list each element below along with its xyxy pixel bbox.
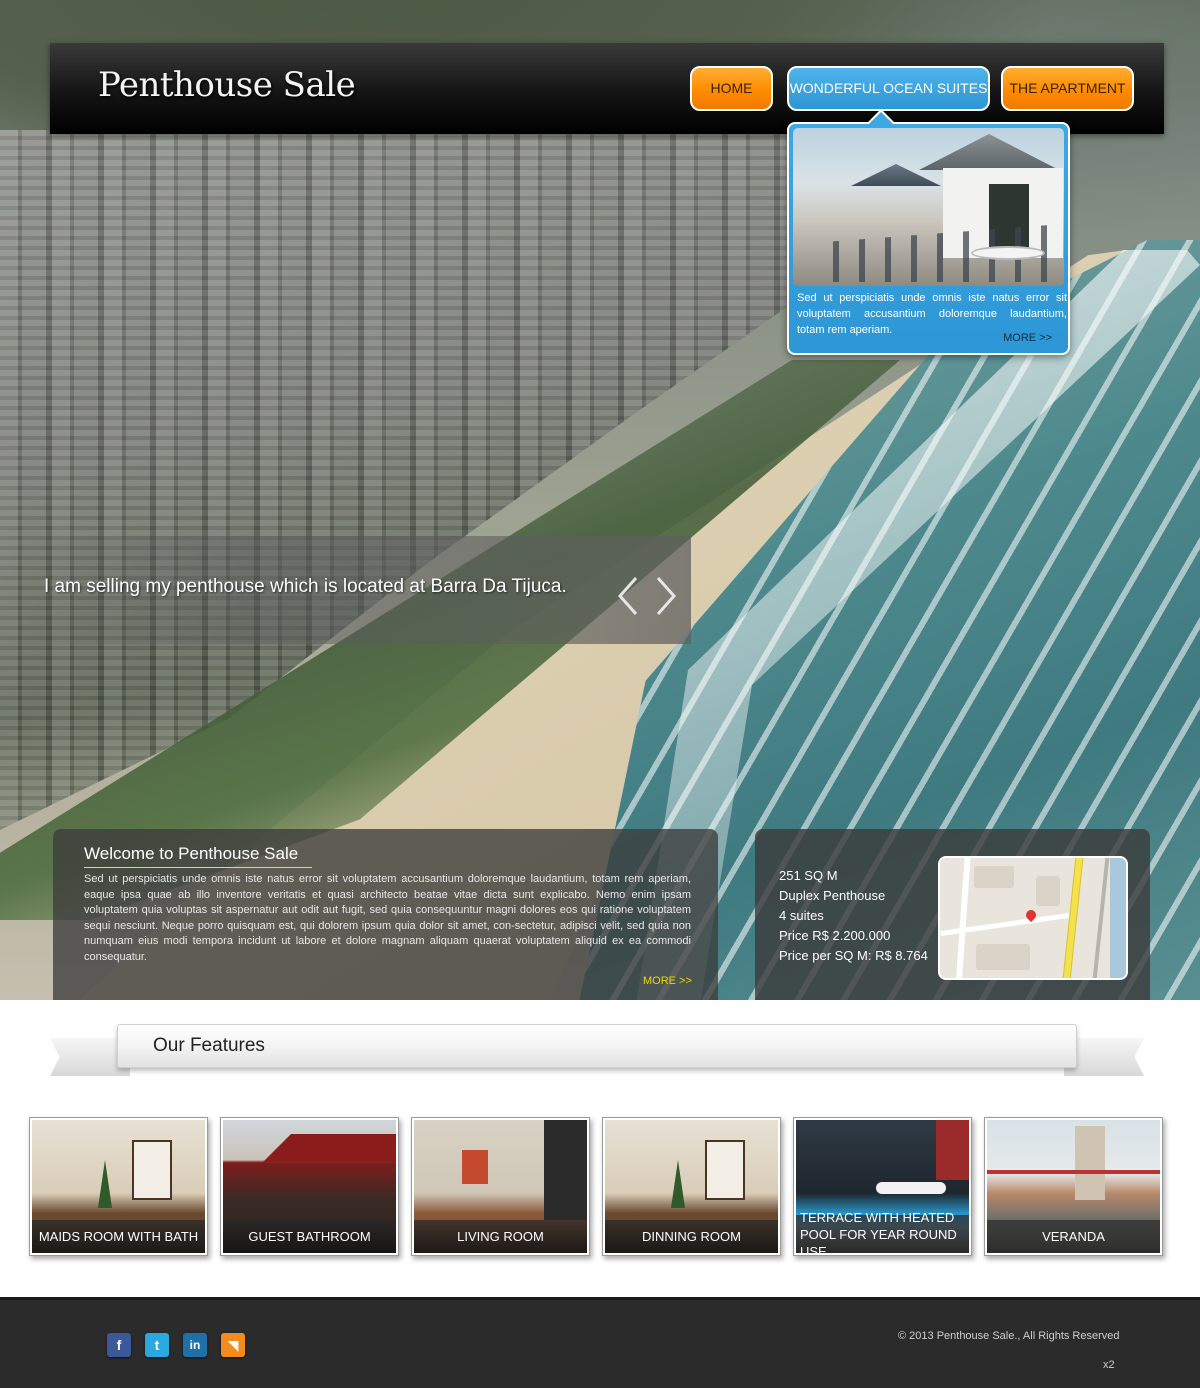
feature-card-guest-bathroom[interactable]: GUEST BATHROOM bbox=[220, 1117, 399, 1256]
copyright-text: © 2013 Penthouse Sale., All Rights Reser… bbox=[898, 1330, 1120, 1342]
dropdown-description: Sed ut perspiciatis unde omnis iste natu… bbox=[797, 292, 1067, 336]
property-details-list: 251 SQ M Duplex Penthouse 4 suites Price… bbox=[779, 866, 928, 966]
feature-label: MAIDS ROOM WITH BATH bbox=[32, 1220, 205, 1253]
property-suites: 4 suites bbox=[779, 908, 824, 923]
location-map[interactable] bbox=[938, 856, 1128, 980]
umbrella-shape bbox=[919, 134, 1059, 170]
feature-card-terrace[interactable]: TERRACE WITH HEATED POOL FOR YEAR ROUND … bbox=[793, 1117, 972, 1256]
feature-card-dinning-room[interactable]: DINNING ROOM bbox=[602, 1117, 781, 1256]
nav-the-apartment[interactable]: THE APARTMENT bbox=[1001, 66, 1134, 111]
linkedin-icon[interactable]: in bbox=[183, 1333, 207, 1357]
map-block bbox=[976, 944, 1030, 970]
feature-label: GUEST BATHROOM bbox=[223, 1220, 396, 1253]
feature-card-living-room[interactable]: LIVING ROOM bbox=[411, 1117, 590, 1256]
property-type: Duplex Penthouse bbox=[779, 888, 886, 903]
feature-label: VERANDA bbox=[987, 1220, 1160, 1253]
red-railing bbox=[987, 1170, 1160, 1174]
rss-icon[interactable]: ◥ bbox=[221, 1333, 245, 1357]
welcome-more-link[interactable]: MORE >> bbox=[643, 975, 692, 987]
chimney bbox=[1075, 1126, 1105, 1200]
map-water bbox=[1110, 858, 1126, 978]
chevron-left-icon[interactable] bbox=[616, 576, 640, 616]
suites-dropdown: Sed ut perspiciatis unde omnis iste natu… bbox=[787, 122, 1070, 355]
site-header: Penthouse Sale HOME WONDERFUL OCEAN SUIT… bbox=[50, 43, 1164, 134]
site-footer: f t in ◥ © 2013 Penthouse Sale., All Rig… bbox=[0, 1297, 1200, 1388]
welcome-text: Sed ut perspiciatis unde omnis iste natu… bbox=[84, 873, 691, 963]
dropdown-pointer-fill bbox=[869, 112, 893, 124]
property-price: Price R$ 2.200.000 bbox=[779, 928, 891, 943]
chevron-right-icon[interactable] bbox=[654, 576, 678, 616]
facebook-icon[interactable]: f bbox=[107, 1333, 131, 1357]
suites-photo[interactable] bbox=[793, 128, 1064, 286]
feature-card-veranda[interactable]: VERANDA bbox=[984, 1117, 1163, 1256]
site-logo[interactable]: Penthouse Sale bbox=[98, 65, 356, 105]
features-title: Our Features bbox=[153, 1035, 265, 1056]
welcome-panel: Welcome to Penthouse Sale Sed ut perspic… bbox=[53, 829, 718, 1000]
red-wall bbox=[936, 1120, 969, 1180]
welcome-title: Welcome to Penthouse Sale bbox=[84, 844, 313, 868]
nav-wonderful-ocean-suites[interactable]: WONDERFUL OCEAN SUITES bbox=[787, 66, 990, 111]
property-area: 251 SQ M bbox=[779, 868, 838, 883]
wall-art bbox=[462, 1150, 488, 1184]
christmas-tree bbox=[98, 1160, 112, 1208]
dropdown-more-link[interactable]: MORE >> bbox=[1003, 332, 1052, 344]
feature-label: LIVING ROOM bbox=[414, 1220, 587, 1253]
twitter-icon[interactable]: t bbox=[145, 1333, 169, 1357]
nav-home[interactable]: HOME bbox=[690, 66, 773, 111]
x2-label: x2 bbox=[1103, 1359, 1115, 1371]
property-details-panel: 251 SQ M Duplex Penthouse 4 suites Price… bbox=[755, 829, 1150, 1000]
map-block bbox=[974, 866, 1014, 888]
patio-table bbox=[971, 246, 1045, 260]
feature-card-maids-room[interactable]: MAIDS ROOM WITH BATH bbox=[29, 1117, 208, 1256]
property-price-per-sqm: Price per SQ M: R$ 8.764 bbox=[779, 948, 928, 963]
red-awning bbox=[263, 1134, 396, 1162]
map-road bbox=[954, 858, 972, 978]
feature-label: DINNING ROOM bbox=[605, 1220, 778, 1253]
feature-label: TERRACE WITH HEATED POOL FOR YEAR ROUND … bbox=[796, 1210, 969, 1255]
map-rail bbox=[1089, 858, 1111, 978]
staircase-rail bbox=[132, 1140, 172, 1200]
lounge-chair bbox=[876, 1182, 946, 1194]
staircase-rail bbox=[705, 1140, 745, 1200]
christmas-tree bbox=[671, 1160, 685, 1208]
slider-caption: I am selling my penthouse which is locat… bbox=[44, 576, 567, 597]
features-ribbon: Our Features bbox=[117, 1024, 1077, 1068]
dark-window bbox=[544, 1120, 587, 1220]
map-block bbox=[1036, 876, 1060, 906]
